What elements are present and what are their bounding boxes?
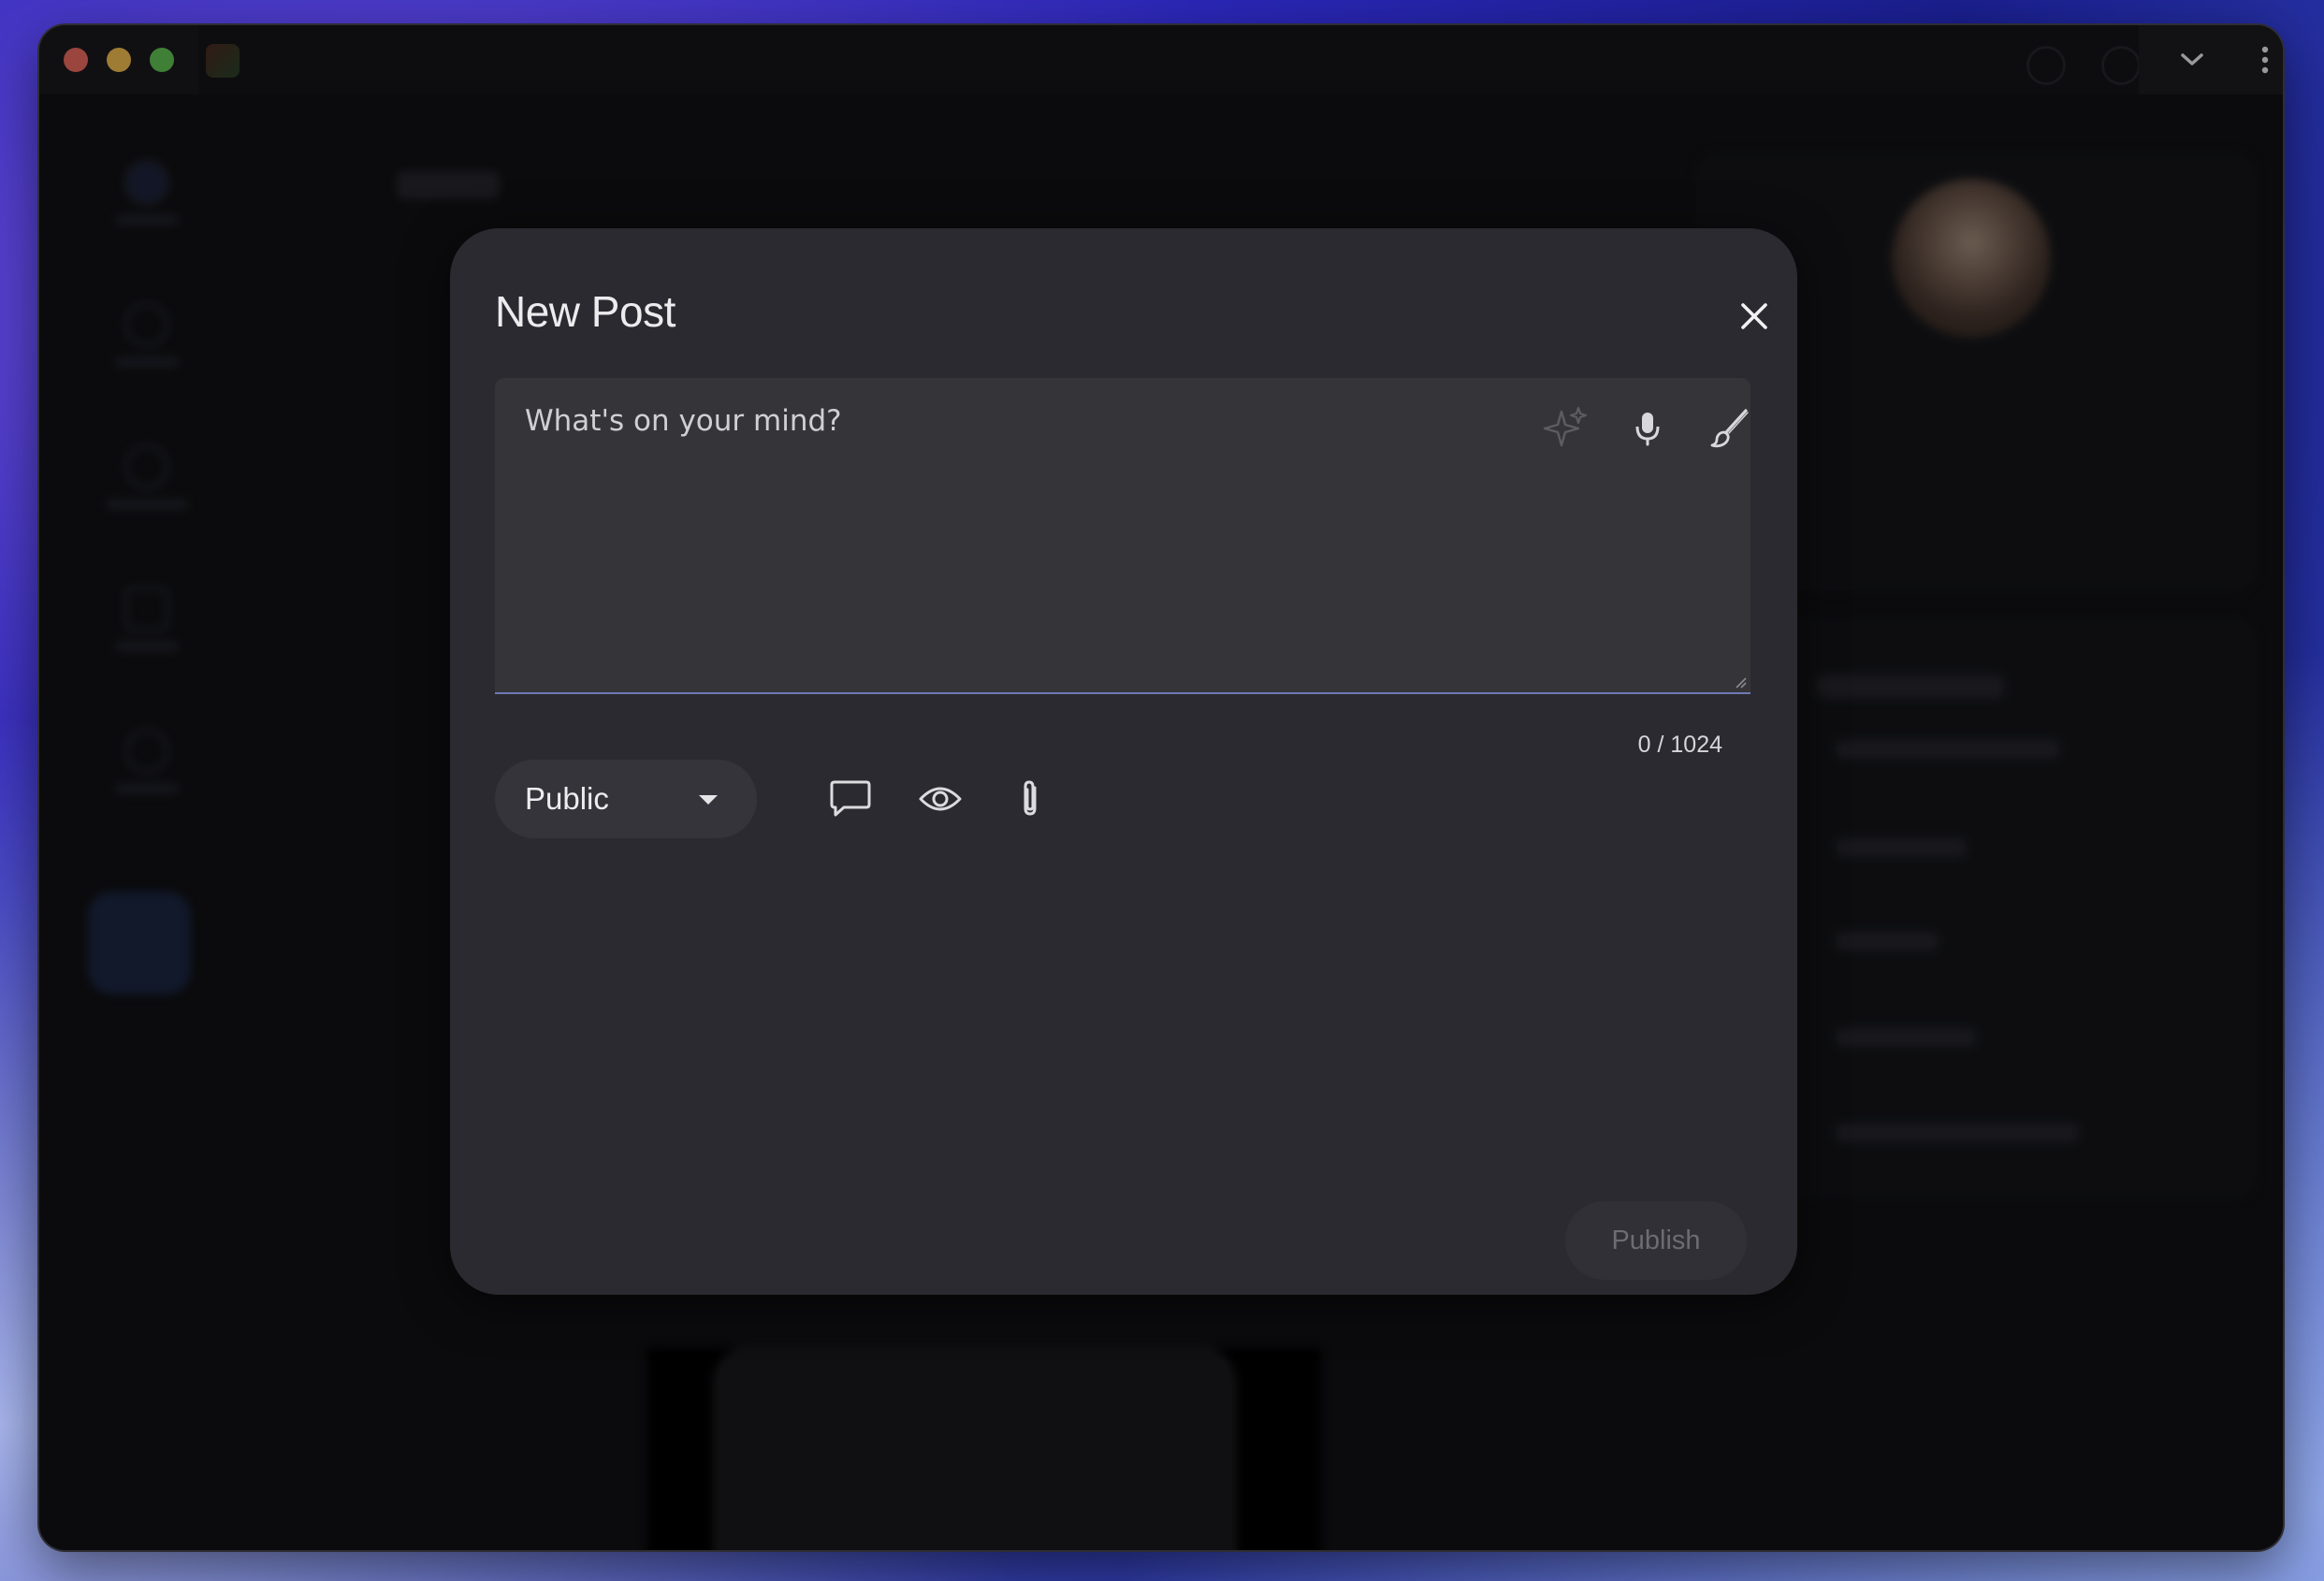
new-post-dialog: New Post 0 / xyxy=(450,228,1797,1295)
microphone-icon[interactable] xyxy=(1620,400,1676,457)
visibility-dropdown[interactable]: Public xyxy=(495,760,757,838)
sparkle-icon[interactable] xyxy=(1537,400,1593,457)
character-counter: 0 / 1024 xyxy=(1637,732,1722,758)
publish-button[interactable]: Publish xyxy=(1565,1201,1747,1280)
comment-icon[interactable] xyxy=(821,769,880,829)
brush-icon[interactable] xyxy=(1702,400,1758,457)
post-text-field xyxy=(495,378,1750,694)
close-icon[interactable] xyxy=(1726,288,1782,344)
visibility-value: Public xyxy=(525,781,609,816)
paperclip-icon[interactable] xyxy=(1000,769,1060,829)
dialog-title: New Post xyxy=(495,287,675,336)
resize-handle[interactable] xyxy=(1734,675,1747,689)
chevron-down-icon xyxy=(699,795,718,805)
eye-icon[interactable] xyxy=(910,769,970,829)
